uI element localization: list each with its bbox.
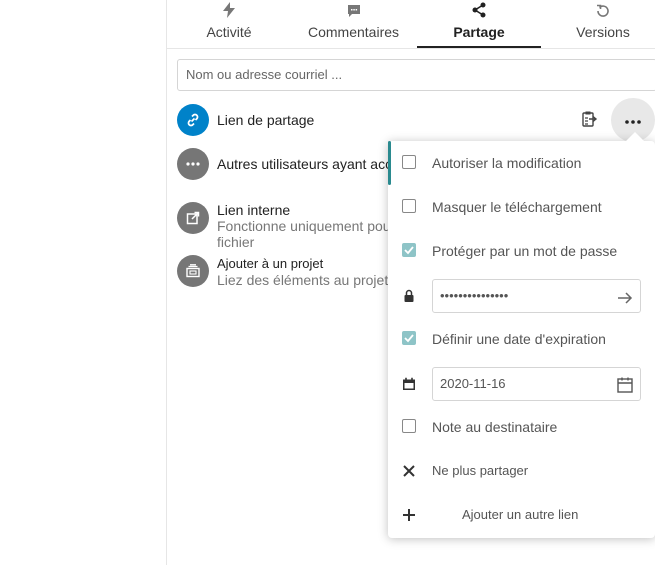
internal-link-title: Lien interne [217, 202, 291, 218]
expiration-label: Définir une date d'expiration [432, 331, 606, 347]
share-search-input[interactable]: Nom ou adresse courriel ... [177, 59, 655, 91]
clipboard-icon[interactable] [580, 110, 600, 130]
add-link-label: Ajouter un autre lien [462, 507, 579, 522]
plus-icon [402, 508, 418, 524]
allow-edit-option[interactable]: Autoriser la modification [388, 141, 655, 185]
calendar-picker-icon[interactable] [616, 374, 634, 393]
note-option[interactable]: Note au destinataire [388, 405, 655, 449]
active-accent [388, 141, 391, 185]
left-pane [0, 0, 167, 565]
project-title: Ajouter à un projet [217, 256, 324, 271]
password-protect-checkbox[interactable] [402, 243, 416, 257]
sidebar-tabs: Activité Commentaires Partage Versions [167, 0, 655, 49]
password-protect-option[interactable]: Protéger par un mot de passe [388, 229, 655, 273]
hide-download-option[interactable]: Masquer le téléchargement [388, 185, 655, 229]
lock-icon [402, 289, 418, 305]
note-checkbox[interactable] [402, 419, 416, 433]
hide-download-checkbox[interactable] [402, 199, 416, 213]
expiration-checkbox[interactable] [402, 331, 416, 345]
password-value: ••••••••••••••• [440, 288, 509, 303]
calendar-icon [402, 377, 418, 393]
internal-link-text: Lien interne Fonctionne uniquement pou f… [217, 202, 391, 250]
share-icon [417, 2, 541, 24]
tab-label: Partage [453, 24, 505, 40]
more-icon [177, 148, 209, 180]
tab-sharing[interactable]: Partage [417, 0, 541, 48]
expiration-option[interactable]: Définir une date d'expiration [388, 317, 655, 361]
allow-edit-label: Autoriser la modification [432, 155, 582, 171]
more-icon [625, 111, 641, 129]
share-link-title: Lien de partage [217, 112, 315, 128]
lightning-icon [167, 2, 291, 24]
tab-label: Activité [206, 24, 252, 40]
arrow-right-icon[interactable] [616, 287, 634, 305]
external-link-icon [177, 202, 209, 234]
allow-edit-checkbox[interactable] [402, 155, 416, 169]
project-icon [177, 255, 209, 287]
note-label: Note au destinataire [432, 419, 558, 435]
comment-icon [291, 2, 416, 24]
others-access-title: Autres utilisateurs ayant acc [217, 156, 393, 172]
expiration-date-field[interactable]: 2020-11-16 [432, 367, 641, 401]
expiration-date-value: 2020-11-16 [440, 376, 506, 391]
password-protect-label: Protéger par un mot de passe [432, 243, 618, 259]
internal-link-subtitle-2: fichier [217, 234, 255, 250]
unshare-option[interactable]: Ne plus partager [388, 449, 655, 493]
tab-versions[interactable]: Versions [541, 0, 655, 47]
tab-label: Versions [576, 24, 630, 40]
tab-label: Commentaires [307, 24, 400, 40]
add-link-option[interactable]: Ajouter un autre lien [388, 493, 655, 537]
internal-link-subtitle: Fonctionne uniquement pou [217, 218, 391, 234]
project-subtitle: Liez des éléments au projet [217, 272, 389, 288]
tab-activity[interactable]: Activité [167, 0, 291, 47]
hide-download-label: Masquer le téléchargement [432, 199, 602, 215]
share-options-menu: Autoriser la modification Masquer le tél… [388, 132, 655, 538]
history-icon [541, 2, 655, 24]
close-icon [402, 464, 418, 480]
unshare-label: Ne plus partager [432, 463, 529, 478]
password-field[interactable]: ••••••••••••••• [432, 279, 641, 313]
tab-comments[interactable]: Commentaires [291, 0, 416, 47]
link-icon [177, 104, 209, 136]
project-text: Ajouter à un projet Liez des éléments au… [217, 256, 388, 288]
